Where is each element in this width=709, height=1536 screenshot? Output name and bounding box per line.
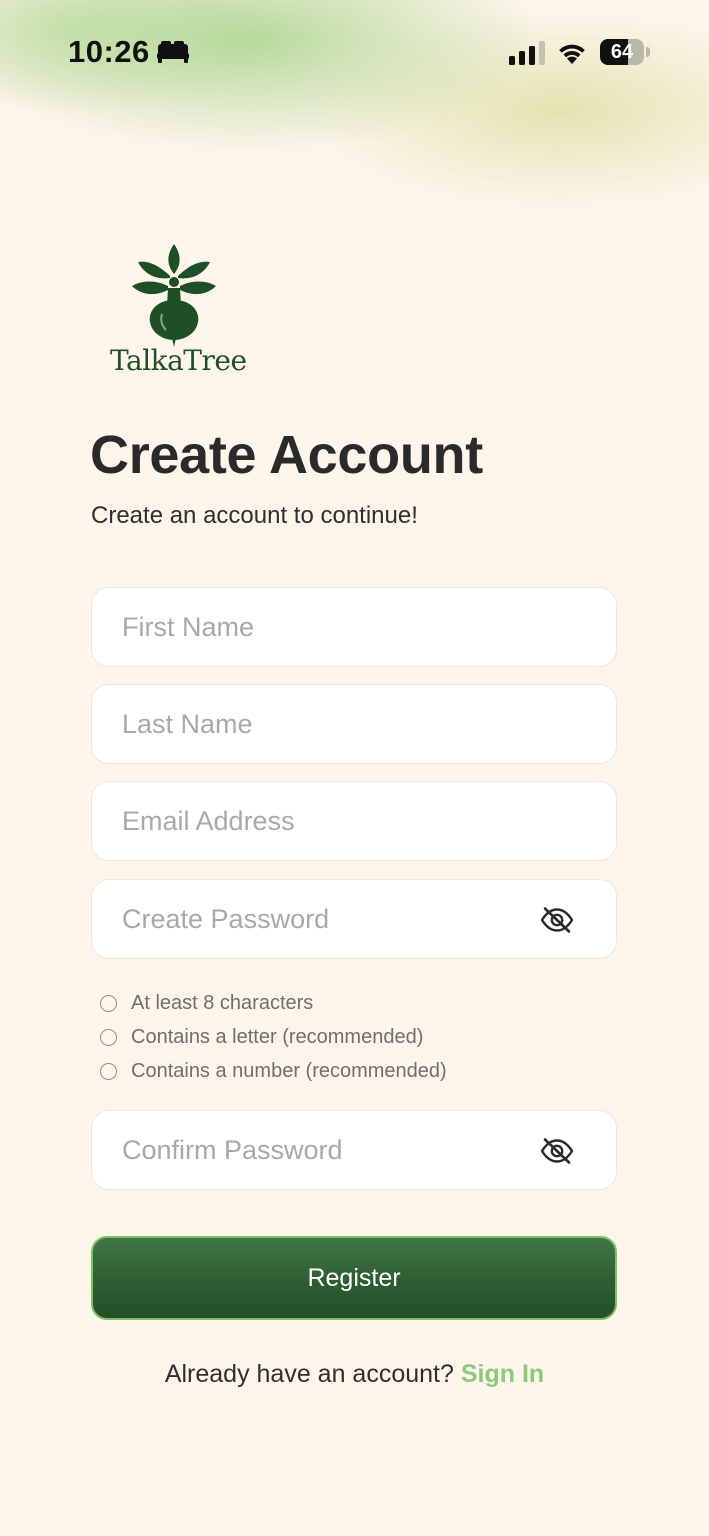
email-field[interactable] [91,781,617,861]
first-name-field[interactable] [91,587,617,667]
eye-off-icon[interactable] [540,906,574,934]
status-time: 10:26 [68,34,150,69]
status-bar: 10:26 64 [0,0,709,100]
page-title: Create Account [90,425,483,485]
requirement-item: At least 8 characters [100,986,620,1020]
wifi-icon [559,44,585,64]
sign-in-prompt-text: Already have an account? [164,1360,454,1388]
cellular-signal-icon [509,41,545,65]
requirement-label: Contains a letter (recommended) [131,1025,424,1048]
sign-in-prompt: Already have an account? Sign In [0,1360,709,1389]
logo-wordmark: TalkaTree [110,344,247,377]
tree-logo-icon [132,244,216,347]
page-subtitle: Create an account to continue! [91,502,418,529]
eye-off-icon[interactable] [540,1137,574,1165]
bed-icon [157,41,189,63]
requirement-item: Contains a letter (recommended) [100,1020,620,1054]
last-name-field[interactable] [91,684,617,764]
requirement-status-icon [100,994,117,1012]
first-name-input[interactable] [92,588,616,666]
requirement-label: Contains a number (recommended) [131,1059,447,1082]
last-name-input[interactable] [92,685,616,763]
battery-tip [646,47,650,57]
battery-indicator: 64 [600,39,650,65]
create-password-field[interactable] [91,879,617,959]
app-logo: TalkaTree [104,240,247,386]
requirement-status-icon [100,1062,117,1080]
password-requirements: At least 8 characters Contains a letter … [100,986,620,1088]
battery-level: 64 [610,41,634,63]
confirm-password-field[interactable] [91,1110,617,1190]
confirm-password-input[interactable] [92,1111,616,1189]
sign-in-link[interactable]: Sign In [461,1360,544,1388]
create-password-input[interactable] [92,880,616,958]
requirement-status-icon [100,1028,117,1046]
requirement-label: At least 8 characters [131,991,314,1014]
register-button[interactable]: Register [91,1236,617,1320]
email-input[interactable] [92,782,616,860]
requirement-item: Contains a number (recommended) [100,1054,620,1088]
